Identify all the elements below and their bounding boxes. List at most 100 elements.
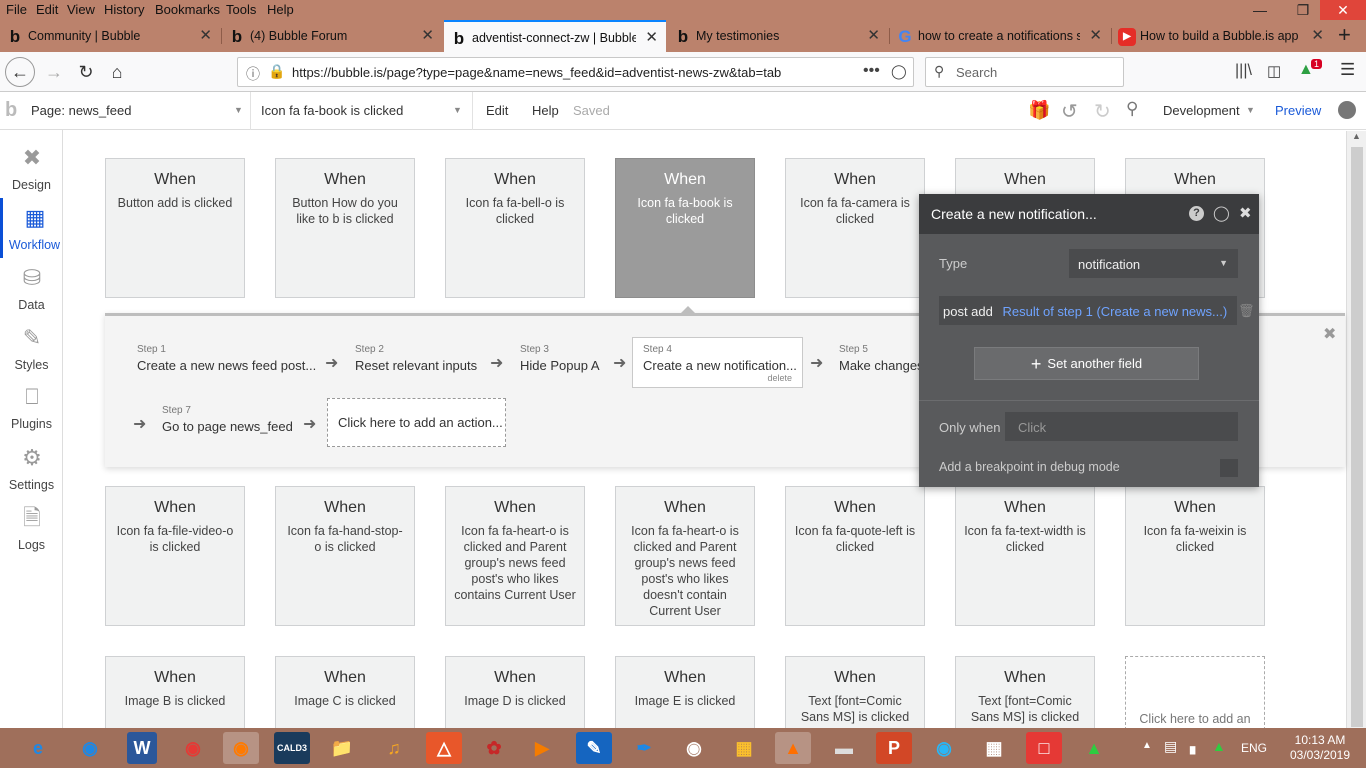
network-icon[interactable]: ▤ — [1164, 738, 1177, 755]
undo-icon[interactable]: ↺ — [1061, 99, 1078, 124]
step-1[interactable]: Step 1 Create a new news feed post... — [137, 344, 316, 390]
sidebar-item-workflow[interactable]: ▦ Workflow — [0, 198, 63, 258]
home-button[interactable]: ⌂ — [102, 58, 132, 86]
url-bar[interactable]: ⓘ 🔒 https://bubble.is/page?type=page&nam… — [237, 57, 914, 87]
url-text[interactable]: https://bubble.is/page?type=page&name=ne… — [292, 65, 827, 80]
video-app-icon[interactable]: ◉ — [676, 732, 712, 764]
tab-community-bubble[interactable]: b Community | Bubble ✕ — [0, 20, 220, 52]
event-card[interactable]: When Image C is clicked — [275, 656, 415, 728]
event-selector[interactable]: Icon fa fa-book is clicked — [261, 103, 403, 118]
page-actions-icon[interactable]: ••• — [863, 62, 880, 80]
event-card[interactable]: When Icon fa fa-file-video-o is clicked — [105, 486, 245, 626]
edit-menu[interactable]: Edit — [486, 103, 508, 118]
language-indicator[interactable]: ENG — [1241, 741, 1267, 755]
event-card[interactable]: When Icon fa fa-heart-o is clicked and Pa… — [615, 486, 755, 626]
app-icon[interactable]: ✿ — [476, 732, 512, 764]
scroll-up-icon[interactable]: ▲ — [1352, 131, 1361, 141]
share-app-icon[interactable]: ◉ — [926, 732, 962, 764]
cald3-icon[interactable]: CALD3 — [274, 732, 310, 764]
page-selector[interactable]: Page: news_feed — [31, 103, 131, 118]
pen-app-icon[interactable]: ✒ — [626, 732, 662, 764]
delete-step-link[interactable]: delete — [767, 373, 792, 383]
file-explorer-icon[interactable]: 📁 — [324, 732, 360, 764]
type-dropdown[interactable]: notification ▼ — [1069, 249, 1238, 278]
menu-history[interactable]: History — [104, 2, 144, 17]
environment-selector[interactable]: Development — [1163, 103, 1240, 118]
event-card[interactable]: When Icon fa fa-heart-o is clicked and Pa… — [445, 486, 585, 626]
field-name[interactable]: post add — [943, 304, 993, 319]
tray-app-icon[interactable]: ▲ — [1212, 738, 1226, 754]
firefox-icon[interactable]: ◉ — [223, 732, 259, 764]
trash-icon[interactable]: 🗑 — [1238, 303, 1255, 319]
lock-icon[interactable]: 🔒 — [268, 63, 285, 80]
event-card[interactable]: When Text [font=Comic Sans MS] is clicked — [955, 656, 1095, 728]
tray-expand-icon[interactable]: ▲ — [1142, 740, 1152, 751]
menu-help[interactable]: Help — [267, 2, 294, 17]
bubble-logo-icon[interactable]: b — [5, 99, 17, 122]
close-tab-icon[interactable]: ✕ — [421, 20, 434, 52]
red-app-icon[interactable]: □ — [1026, 732, 1062, 764]
chevron-down-icon[interactable]: ▼ — [1246, 105, 1255, 115]
search-bar[interactable]: ⚲ Search — [925, 57, 1124, 87]
step-3[interactable]: Step 3 Hide Popup A — [520, 344, 600, 390]
menu-tools[interactable]: Tools — [226, 2, 256, 17]
sidebar-item-data[interactable]: ⛁ Data — [0, 258, 63, 318]
breakpoint-checkbox[interactable] — [1220, 459, 1238, 477]
close-tab-icon[interactable]: ✕ — [867, 20, 880, 52]
restore-button[interactable]: ❐ — [1283, 0, 1323, 20]
add-event-card[interactable]: Click here to add an — [1125, 656, 1265, 728]
tab-youtube[interactable]: ▶ How to build a Bubble.is app - ✕ — [1112, 20, 1332, 52]
menu-file[interactable]: File — [6, 2, 27, 17]
tab-bubble-forum[interactable]: b (4) Bubble Forum ✕ — [222, 20, 442, 52]
sidebar-item-styles[interactable]: ✎ Styles — [0, 318, 63, 378]
new-tab-button[interactable]: + — [1338, 22, 1351, 48]
field-assignment-row[interactable]: post add Result of step 1 (Create a new … — [939, 296, 1237, 325]
chevron-down-icon[interactable]: ▼ — [453, 105, 462, 115]
scrollbar-thumb[interactable] — [1351, 147, 1363, 727]
event-card[interactable]: When Icon fa fa-bell-o is clicked — [445, 158, 585, 298]
event-card[interactable]: When Icon fa fa-camera is clicked — [785, 158, 925, 298]
drive-app-icon[interactable]: ▦ — [976, 732, 1012, 764]
sidebar-item-design[interactable]: ✖ Design — [0, 138, 63, 198]
field-value[interactable]: Result of step 1 (Create a new news...) — [1003, 304, 1228, 319]
green-triangle-icon[interactable]: ▲ — [1076, 732, 1112, 764]
help-menu[interactable]: Help — [532, 103, 559, 118]
close-tab-icon[interactable]: ✕ — [645, 22, 658, 52]
media-player-icon[interactable]: ▶ — [524, 732, 560, 764]
menu-edit[interactable]: Edit — [36, 2, 58, 17]
pdf-app-icon[interactable]: △ — [426, 732, 462, 764]
info-icon[interactable]: ⓘ — [246, 64, 260, 84]
close-window-button[interactable]: ✕ — [1320, 0, 1366, 20]
library-icon[interactable]: |||\ — [1235, 62, 1252, 80]
step-5[interactable]: Step 5 Make changes — [839, 344, 924, 390]
step-7[interactable]: Step 7 Go to page news_feed — [162, 405, 293, 451]
comment-icon[interactable]: ◯ — [1213, 204, 1230, 222]
sidebar-item-logs[interactable]: 🗎 Logs — [0, 498, 63, 558]
close-icon[interactable]: ✖ — [1323, 324, 1336, 344]
minimize-button[interactable]: — — [1240, 0, 1280, 20]
audacity-icon[interactable]: ♫ — [376, 732, 412, 764]
event-card[interactable]: When Icon fa fa-quote-left is clicked — [785, 486, 925, 626]
event-card[interactable]: When Image B is clicked — [105, 656, 245, 728]
system-clock[interactable]: 10:13 AM 03/03/2019 — [1280, 733, 1360, 763]
step-2[interactable]: Step 2 Reset relevant inputs — [355, 344, 477, 390]
tab-adventist-connect[interactable]: b adventist-connect-zw | Bubble ✕ — [444, 20, 666, 52]
vertical-scrollbar[interactable]: ▲ — [1346, 131, 1366, 728]
pocket-icon[interactable]: ◯ — [891, 63, 907, 80]
redo-icon[interactable]: ↻ — [1094, 99, 1111, 124]
event-card[interactable]: When Icon fa fa-weixin is clicked — [1125, 486, 1265, 626]
vpn-app-icon[interactable]: ◉ — [72, 732, 108, 764]
sidebar-item-plugins[interactable]: ⎕ Plugins — [0, 377, 63, 437]
only-when-input[interactable]: Click — [1005, 412, 1238, 441]
gift-icon[interactable]: 🎁 — [1028, 100, 1050, 121]
tab-google-search[interactable]: G how to create a notifications sy ✕ — [890, 20, 1110, 52]
tab-my-testimonies[interactable]: b My testimonies ✕ — [668, 20, 888, 52]
internet-explorer-icon[interactable]: e — [20, 732, 56, 764]
event-card[interactable]: When Text [font=Comic Sans MS] is clicked — [785, 656, 925, 728]
archive-icon[interactable]: ▦ — [726, 732, 762, 764]
user-avatar-icon[interactable] — [1338, 101, 1356, 119]
event-card[interactable]: When Image D is clicked — [445, 656, 585, 728]
back-button[interactable]: ← — [5, 57, 35, 87]
scanner-icon[interactable]: ▬ — [826, 732, 862, 764]
event-card-selected[interactable]: When Icon fa fa-book is clicked — [615, 158, 755, 298]
